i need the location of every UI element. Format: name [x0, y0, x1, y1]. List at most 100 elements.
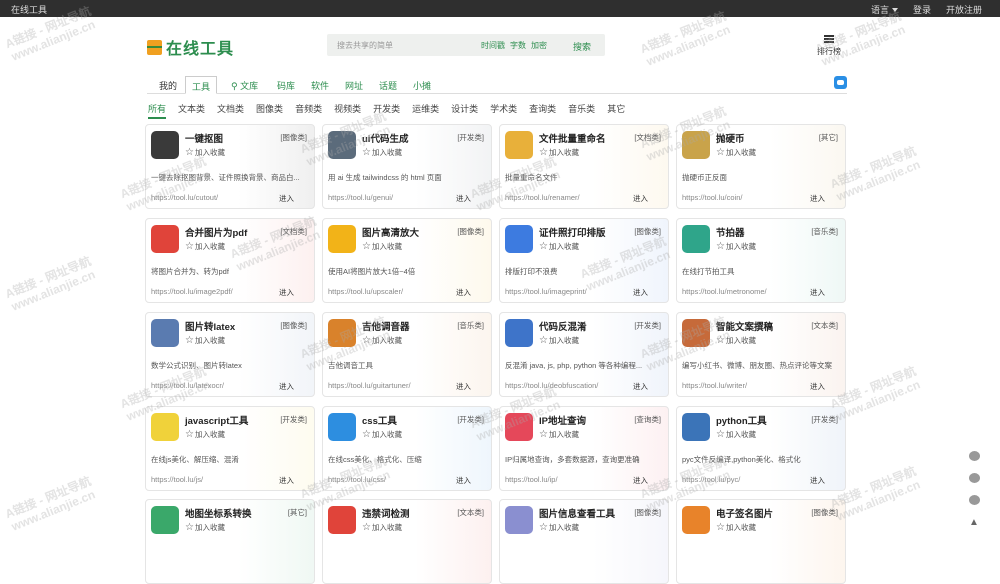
enter-button[interactable]: 进入: [456, 381, 471, 392]
enter-button[interactable]: 进入: [279, 193, 294, 204]
tool-title[interactable]: 图片转latex: [185, 319, 235, 333]
favorite-button[interactable]: ☆加入收藏: [185, 147, 225, 158]
favorite-button[interactable]: ☆加入收藏: [716, 147, 756, 158]
tool-card[interactable]: 吉他调音器 [音乐类] ☆加入收藏 吉他调音工具 https://tool.lu/gui…: [322, 312, 492, 397]
language-menu[interactable]: 语言: [871, 3, 898, 16]
favorite-button[interactable]: ☆加入收藏: [539, 522, 579, 533]
tool-card[interactable]: python工具 [开发类] ☆加入收藏 pyc文件反编译,python美化、格式化 h…: [676, 406, 846, 491]
enter-button[interactable]: 进入: [810, 287, 825, 298]
category-item[interactable]: 视频类: [334, 102, 361, 119]
favorite-button[interactable]: ☆加入收藏: [185, 522, 225, 533]
tool-card[interactable]: 智能文案撰稿 [文本类] ☆加入收藏 编写小红书、微博、朋友圈、热点评论等文案 http…: [676, 312, 846, 397]
weibo-icon[interactable]: [966, 492, 982, 508]
favorite-button[interactable]: ☆加入收藏: [539, 147, 579, 158]
tool-card[interactable]: 图片转latex [图像类] ☆加入收藏 数学公式识别、图片转latex https:/…: [145, 312, 315, 397]
tool-title[interactable]: ui代码生成: [362, 131, 408, 145]
tool-title[interactable]: 图片信息查看工具: [539, 506, 615, 520]
tool-card[interactable]: ui代码生成 [开发类] ☆加入收藏用 ai 生成 tailwindcss 的 ht…: [322, 124, 492, 209]
category-item[interactable]: 设计类: [451, 102, 478, 119]
suggestion-link[interactable]: 加密: [531, 40, 547, 51]
site-logo[interactable]: 在线工具: [147, 35, 234, 59]
tool-title[interactable]: 代码反混淆: [539, 319, 587, 333]
rank-link[interactable]: 排行榜: [817, 35, 841, 57]
favorite-button[interactable]: ☆加入收藏: [185, 241, 225, 252]
favorite-button[interactable]: ☆加入收藏: [362, 429, 402, 440]
favorite-button[interactable]: ☆加入收藏: [362, 335, 402, 346]
enter-button[interactable]: 进入: [633, 287, 648, 298]
site-brand[interactable]: 在线工具: [11, 3, 47, 16]
wechat-icon[interactable]: [966, 470, 982, 486]
login-link[interactable]: 登录: [913, 3, 931, 16]
register-link[interactable]: 开放注册: [946, 3, 982, 16]
tab-shop[interactable]: 小摊: [413, 79, 431, 92]
enter-button[interactable]: 进入: [279, 475, 294, 486]
favorite-button[interactable]: ☆加入收藏: [539, 429, 579, 440]
favorite-button[interactable]: ☆加入收藏: [185, 335, 225, 346]
category-item[interactable]: 开发类: [373, 102, 400, 119]
tool-title[interactable]: 图片高清放大: [362, 225, 419, 239]
search-input[interactable]: 搜去共享的简单: [337, 40, 393, 51]
suggestion-link[interactable]: 时间戳: [481, 40, 505, 51]
favorite-button[interactable]: ☆加入收藏: [362, 147, 402, 158]
enter-button[interactable]: 进入: [279, 287, 294, 298]
enter-button[interactable]: 进入: [633, 381, 648, 392]
tool-card[interactable]: 电子签名图片 [图像类] ☆加入收藏: [676, 499, 846, 584]
tool-card[interactable]: 抛硬币 [其它] ☆加入收藏 抛硬币正反面 https://tool.lu/coin/进…: [676, 124, 846, 209]
category-item[interactable]: 运维类: [412, 102, 439, 119]
tool-title[interactable]: css工具: [362, 413, 397, 427]
tab-tools[interactable]: 工具: [185, 76, 218, 94]
favorite-button[interactable]: ☆加入收藏: [716, 429, 756, 440]
category-all[interactable]: 所有: [148, 102, 167, 119]
tab-topics[interactable]: 话题: [379, 79, 397, 92]
favorite-button[interactable]: ☆加入收藏: [716, 522, 756, 533]
tool-card[interactable]: 合并图片为pdf [文档类] ☆加入收藏 将图片合并为、转为pdf https://to…: [145, 218, 315, 303]
tool-card[interactable]: 地图坐标系转换 [其它] ☆加入收藏: [145, 499, 315, 584]
tool-card[interactable]: 一键抠图 [图像类] ☆加入收藏 一键去除抠图背景、证件照换背景、商品白... http…: [145, 124, 315, 209]
tab-sites[interactable]: 网址: [345, 79, 363, 92]
category-item[interactable]: 图像类: [256, 102, 283, 119]
enter-button[interactable]: 进入: [810, 475, 825, 486]
search-box[interactable]: 搜去共享的简单 时间戳 字数 加密 搜索: [327, 34, 605, 56]
tool-card[interactable]: 代码反混淆 [开发类] ☆加入收藏 反混淆 java, js, php, python…: [499, 312, 669, 397]
tool-title[interactable]: 一键抠图: [185, 131, 223, 145]
message-icon[interactable]: [834, 76, 847, 89]
category-item[interactable]: 其它: [607, 102, 625, 119]
tool-title[interactable]: 文件批量重命名: [539, 131, 606, 145]
category-item[interactable]: 音乐类: [568, 102, 595, 119]
enter-button[interactable]: 进入: [633, 475, 648, 486]
enter-button[interactable]: 进入: [456, 475, 471, 486]
tool-card[interactable]: 图片信息查看工具 [图像类] ☆加入收藏: [499, 499, 669, 584]
category-item[interactable]: 文本类: [178, 102, 205, 119]
suggestion-link[interactable]: 字数: [510, 40, 526, 51]
tool-card[interactable]: 证件照打印排版 [图像类] ☆加入收藏 排版打印不浪费 https://tool.lu/…: [499, 218, 669, 303]
tool-card[interactable]: 文件批量重命名 [文档类] ☆加入收藏 批量重命名文件 https://tool.lu/…: [499, 124, 669, 209]
favorite-button[interactable]: ☆加入收藏: [539, 335, 579, 346]
tool-card[interactable]: 节拍器 [音乐类] ☆加入收藏 在线打节拍工具 https://tool.lu/metr…: [676, 218, 846, 303]
favorite-button[interactable]: ☆加入收藏: [362, 522, 402, 533]
tool-title[interactable]: IP地址查询: [539, 413, 586, 427]
back-to-top-icon[interactable]: ▲: [966, 514, 982, 530]
favorite-button[interactable]: ☆加入收藏: [362, 241, 402, 252]
tool-title[interactable]: 节拍器: [716, 225, 745, 239]
enter-button[interactable]: 进入: [633, 193, 648, 204]
enter-button[interactable]: 进入: [456, 193, 471, 204]
tool-title[interactable]: 抛硬币: [716, 131, 745, 145]
tool-title[interactable]: 电子签名图片: [716, 506, 773, 520]
tool-title[interactable]: javascript工具: [185, 413, 248, 427]
tool-title[interactable]: 地图坐标系转换: [185, 506, 252, 520]
tool-title[interactable]: python工具: [716, 413, 767, 427]
favorite-button[interactable]: ☆加入收藏: [539, 241, 579, 252]
tab-code[interactable]: 码库: [277, 79, 295, 92]
enter-button[interactable]: 进入: [279, 381, 294, 392]
tab-software[interactable]: 软件: [311, 79, 329, 92]
favorite-button[interactable]: ☆加入收藏: [185, 429, 225, 440]
category-item[interactable]: 学术类: [490, 102, 517, 119]
category-item[interactable]: 文档类: [217, 102, 244, 119]
enter-button[interactable]: 进入: [456, 287, 471, 298]
tab-docs[interactable]: ⚲ 文库: [231, 79, 258, 92]
enter-button[interactable]: 进入: [810, 193, 825, 204]
category-item[interactable]: 音频类: [295, 102, 322, 119]
favorite-button[interactable]: ☆加入收藏: [716, 241, 756, 252]
qq-icon[interactable]: [966, 448, 982, 464]
tool-title[interactable]: 智能文案撰稿: [716, 319, 773, 333]
